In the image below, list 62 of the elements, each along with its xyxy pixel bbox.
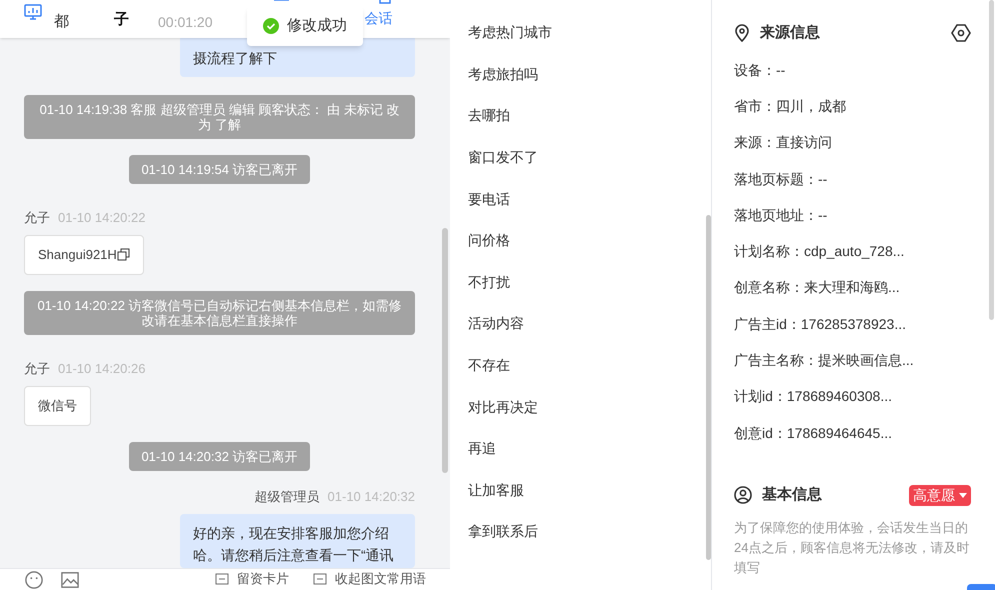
notice-text: 为了保障您的使用体验，会话发生当日的24点之后，顾客信息将无法修改，请及时填写 <box>734 519 970 578</box>
phrase-item[interactable]: 活动内容 <box>450 303 700 345</box>
card-icon <box>313 573 327 585</box>
phrase-item[interactable]: 不存在 <box>450 344 700 386</box>
info-field: 落地页标题：-- <box>734 160 971 198</box>
toolbar-action[interactable]: 收起图文常用语 <box>313 571 426 587</box>
system-notice: 01-10 14:20:32 访客已离开 <box>129 442 310 470</box>
message-bubble: 好的亲，现在安排客服加您介绍哈。请您稍后注意查看一下“通讯 <box>180 514 415 568</box>
phrase-item[interactable]: 不打扰 <box>450 262 700 304</box>
section-title: 基本信息 <box>762 485 822 506</box>
message-time: 01-10 14:20:26 <box>58 360 146 378</box>
info-field: 广告主id：176285378923... <box>734 306 971 342</box>
sender-name: 允子 <box>24 208 50 226</box>
message-time: 01-10 14:20:32 <box>328 488 415 506</box>
phrase-item[interactable]: 考虑旅拍吗 <box>450 54 700 96</box>
image-icon[interactable] <box>60 571 80 589</box>
phrase-item[interactable]: 窗口发不了 <box>450 136 700 178</box>
phrase-item[interactable]: 问价格 <box>450 220 700 262</box>
toolbar-action[interactable]: 留资卡片 <box>215 571 289 587</box>
info-field: 广告主名称：提米映画信息... <box>734 342 971 379</box>
visitor-name: 子 <box>114 12 130 28</box>
settings-icon[interactable] <box>951 24 971 42</box>
phrase-item[interactable]: 对比再决定 <box>450 386 700 428</box>
intent-dropdown[interactable]: 高意愿 <box>909 484 971 506</box>
location-pin-icon <box>734 24 750 42</box>
duration-text: 00:01:20 <box>158 13 212 32</box>
card-icon <box>215 573 229 585</box>
info-field: 设备：-- <box>734 52 971 88</box>
toast-text: 修改成功 <box>287 16 347 36</box>
info-field: 落地页地址：-- <box>734 197 971 234</box>
system-notice: 01-10 14:19:54 访客已离开 <box>129 154 310 184</box>
save-button[interactable] <box>967 584 995 590</box>
info-field: 计划名称：cdp_auto_728... <box>734 233 971 270</box>
info-field: 省市：四川，成都 <box>734 88 971 125</box>
info-field: 创意名称：来大理和海鸥... <box>734 270 971 306</box>
location-text: 都 <box>54 12 70 32</box>
monitor-icon <box>24 4 42 20</box>
section-title: 来源信息 <box>760 22 820 43</box>
system-notice: 01-10 14:19:38 客服 超级管理员 编辑 顾客状态： 由 未标记 改为 了解 <box>24 94 415 138</box>
chat-scrollbar[interactable] <box>442 228 448 473</box>
caret-icon <box>959 492 967 498</box>
sender-name: 允子 <box>24 360 50 378</box>
message-time: 01-10 14:20:22 <box>58 208 146 226</box>
system-notice: 01-10 14:20:22 访客微信号已自动标记右侧基本信息栏，如需修改请在基本信息栏直接操作 <box>24 290 415 334</box>
user-circle-icon <box>734 486 752 504</box>
phrase-scrollbar[interactable] <box>706 215 711 560</box>
phrase-item[interactable]: 拿到联系后 <box>450 511 700 553</box>
phrase-item[interactable]: 要电话 <box>450 178 700 220</box>
phrase-item[interactable]: 让加客服 <box>450 470 700 512</box>
info-field: 创意id：178689464645... <box>734 414 971 452</box>
success-icon <box>263 18 279 34</box>
phrase-item[interactable]: 再追 <box>450 428 700 470</box>
sender-name: 超级管理员 <box>254 488 320 506</box>
info-field: 计划id：178689460308... <box>734 378 971 415</box>
info-field: 来源：直接访问 <box>734 124 971 161</box>
phrase-item[interactable]: 去哪拍 <box>450 95 700 137</box>
info-scrollbar[interactable] <box>989 0 994 320</box>
copy-icon[interactable] <box>116 248 130 262</box>
message-text: 微信号 <box>38 397 77 415</box>
message-text: Shangui921H <box>38 246 117 264</box>
emoji-icon[interactable] <box>24 571 44 589</box>
phrase-item[interactable]: 考虑热门城市 <box>450 12 700 54</box>
